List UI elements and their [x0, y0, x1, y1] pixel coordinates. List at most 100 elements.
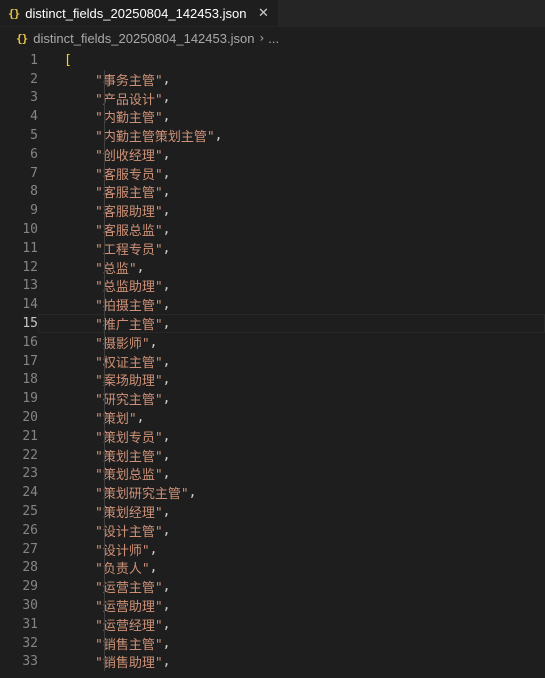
- line-number: 7: [30, 165, 38, 181]
- code-content: "客服主管",: [38, 182, 545, 201]
- indent-guide: [104, 276, 105, 296]
- code-line[interactable]: 28 "负责人",: [0, 558, 545, 577]
- code-line[interactable]: 23 "策划总监",: [0, 464, 545, 484]
- code-line[interactable]: 5 "内勤主管策划主管",: [0, 126, 545, 145]
- code-content: "运营主管",: [38, 577, 545, 596]
- code-line[interactable]: 7 "客服专员",: [0, 163, 545, 183]
- indent-guide: [104, 201, 105, 221]
- open-bracket: [: [64, 52, 72, 68]
- indent-guide: [104, 614, 105, 634]
- comma: ,: [149, 541, 158, 557]
- code-line[interactable]: 30 "运营助理",: [0, 596, 545, 615]
- code-content: "策划经理",: [38, 502, 545, 521]
- indent-guide: [104, 126, 105, 145]
- indent-guide: [104, 652, 105, 672]
- code-line[interactable]: 10 "客服总监",: [0, 220, 545, 239]
- code-content: "客服总监",: [38, 220, 545, 239]
- indent-guide: [104, 88, 105, 108]
- comma: ,: [162, 654, 171, 670]
- code-line[interactable]: 12 "总监",: [0, 257, 545, 277]
- line-number: 13: [22, 278, 38, 294]
- json-string: "客服总监": [95, 224, 163, 240]
- code-line[interactable]: 6 "创收经理",: [0, 144, 545, 164]
- json-string: "创收经理": [95, 148, 163, 164]
- code-line[interactable]: 33 "销售助理",: [0, 652, 545, 672]
- breadcrumb-file[interactable]: distinct_fields_20250804_142453.json: [33, 31, 254, 46]
- json-string: "工程专员": [95, 242, 163, 258]
- indent-guide: [104, 483, 105, 503]
- line-number: 5: [30, 128, 38, 144]
- json-string: "销售主管": [95, 637, 163, 653]
- json-string: "设计主管": [95, 524, 163, 540]
- comma: ,: [136, 259, 145, 275]
- code-line[interactable]: 14 "拍摄主管",: [0, 295, 545, 314]
- code-content: "策划专员",: [38, 426, 545, 446]
- json-string: "内勤主管": [95, 111, 163, 127]
- line-number: 12: [22, 259, 38, 275]
- code-content: "策划研究主管",: [38, 483, 545, 502]
- json-string: "策划": [95, 412, 137, 428]
- code-line[interactable]: 15 "推广主管",: [0, 314, 545, 333]
- indent-guide: [104, 633, 105, 653]
- code-line[interactable]: 2 "事务主管",: [0, 69, 545, 89]
- code-line[interactable]: 26 "设计主管",: [0, 520, 545, 540]
- line-number: 8: [30, 184, 38, 200]
- code-line[interactable]: 8 "客服主管",: [0, 182, 545, 201]
- comma: ,: [162, 372, 171, 388]
- indent-guide: [104, 596, 105, 615]
- json-string: "事务主管": [95, 73, 163, 89]
- comma: ,: [162, 353, 171, 369]
- json-string: "摄影师": [95, 336, 150, 352]
- comma: ,: [149, 334, 158, 350]
- line-number: 32: [22, 635, 38, 651]
- code-content: "摄影师",: [38, 332, 545, 352]
- comma: ,: [149, 560, 158, 576]
- code-line[interactable]: 3 "产品设计",: [0, 88, 545, 108]
- code-line[interactable]: 29 "运营主管",: [0, 577, 545, 596]
- comma: ,: [162, 240, 171, 256]
- comma: ,: [162, 278, 171, 294]
- code-line[interactable]: 22 "策划主管",: [0, 445, 545, 465]
- json-string: "设计师": [95, 543, 150, 559]
- code-line[interactable]: 31 "运营经理",: [0, 614, 545, 634]
- indent-guide: [104, 257, 105, 277]
- code-content: "运营经理",: [38, 614, 545, 634]
- code-line[interactable]: 11 "工程专员",: [0, 238, 545, 258]
- code-line[interactable]: 27 "设计师",: [0, 539, 545, 559]
- line-number: 1: [30, 52, 38, 68]
- code-content: "权证主管",: [38, 351, 545, 371]
- code-line[interactable]: 1[: [0, 51, 545, 70]
- code-content: "案场助理",: [38, 370, 545, 389]
- tab-json-file[interactable]: {} distinct_fields_20250804_142453.json …: [0, 0, 279, 26]
- line-number: 25: [22, 504, 38, 520]
- code-line[interactable]: 25 "策划经理",: [0, 502, 545, 521]
- code-line[interactable]: 13 "总监助理",: [0, 276, 545, 296]
- code-content: "研究主管",: [38, 389, 545, 408]
- code-line[interactable]: 21 "策划专员",: [0, 426, 545, 446]
- indent-guide: [104, 69, 105, 89]
- code-line[interactable]: 20 "策划",: [0, 408, 545, 427]
- json-string: "总监助理": [95, 280, 163, 296]
- code-line[interactable]: 9 "客服助理",: [0, 201, 545, 220]
- code-line[interactable]: 32 "销售主管",: [0, 633, 545, 653]
- breadcrumb-more[interactable]: ...: [268, 31, 279, 46]
- chevron-right-icon: ›: [259, 31, 265, 45]
- line-number: 22: [22, 447, 38, 463]
- code-line[interactable]: 4 "内勤主管",: [0, 107, 545, 126]
- code-editor[interactable]: 1[2 "事务主管", 3 "产品设计", 4 "内勤主管", 5 "内勤主管策划主管", 6 "…: [0, 49, 545, 671]
- json-string: "权证主管": [95, 355, 163, 371]
- close-icon[interactable]: ✕: [256, 6, 270, 21]
- code-line[interactable]: 19 "研究主管",: [0, 389, 545, 408]
- code-line[interactable]: 24 "策划研究主管",: [0, 483, 545, 502]
- indent-guide: [104, 502, 105, 521]
- comma: ,: [162, 203, 171, 219]
- code-line[interactable]: 17 "权证主管",: [0, 351, 545, 371]
- indent-guide: [104, 464, 105, 484]
- line-number: 2: [30, 71, 38, 87]
- line-number: 24: [22, 485, 38, 501]
- code-content: "工程专员",: [38, 238, 545, 258]
- code-content: "策划主管",: [38, 445, 545, 465]
- code-line[interactable]: 18 "案场助理",: [0, 370, 545, 389]
- code-line[interactable]: 16 "摄影师",: [0, 332, 545, 352]
- json-string: "运营经理": [95, 618, 163, 634]
